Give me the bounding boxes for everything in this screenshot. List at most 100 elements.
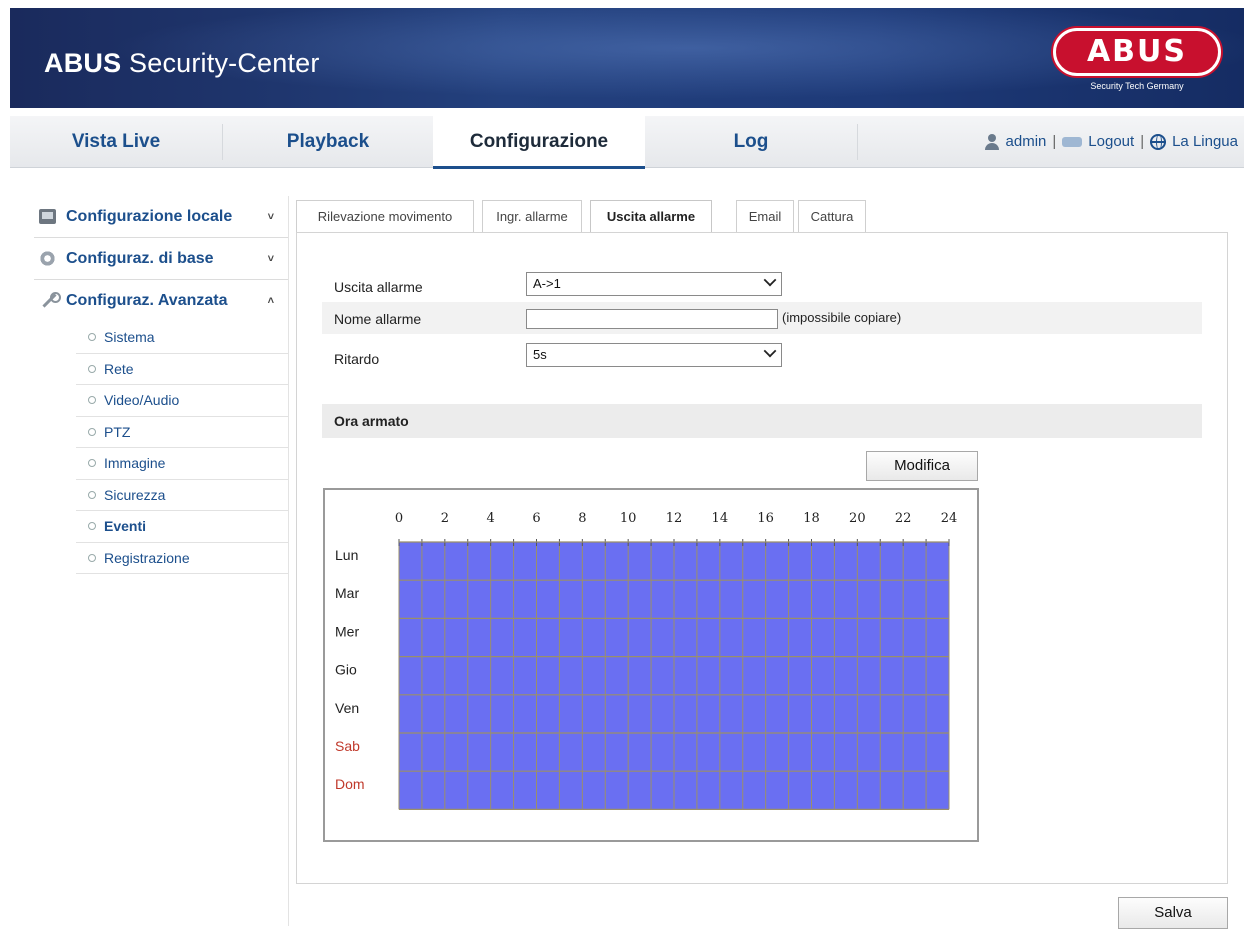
- tab-log[interactable]: Log: [645, 116, 857, 168]
- chevron-down-icon: [763, 273, 777, 287]
- hour-label: 10: [620, 511, 637, 526]
- logo-tagline: Security Tech Germany: [1090, 81, 1184, 91]
- sidebar-section-label: Configurazione locale: [66, 208, 233, 225]
- sidebar-section-label: Configuraz. di base: [66, 250, 214, 267]
- logout-link[interactable]: Logout: [1088, 116, 1134, 168]
- hour-label: 12: [666, 511, 683, 526]
- app-title: ABUS Security-Center: [44, 48, 320, 78]
- bullet-icon: [88, 333, 96, 342]
- user-area: admin | Logout | La Lingua: [984, 116, 1238, 168]
- sidebar-item-registrazione[interactable]: Registrazione: [76, 543, 288, 574]
- delay-row: Ritardo 5s: [322, 338, 1202, 370]
- hour-label: 14: [712, 511, 729, 526]
- tab-ingr-allarme[interactable]: Ingr. allarme: [482, 200, 582, 233]
- schedule-panel: 0 2 4 6 8 10 12 14 16 18 20 22 24 Lun Mar Mer Gio Ven Sab D…: [323, 488, 979, 842]
- hour-label: 18: [803, 511, 820, 526]
- sidebar-divider: [288, 196, 289, 926]
- wrench-icon: [39, 292, 61, 308]
- logo-mark: ABUS: [1053, 28, 1221, 76]
- bullet-icon: [88, 553, 96, 562]
- sidebar-item-label: Rete: [104, 360, 134, 377]
- alarm-output-select[interactable]: A->1: [526, 272, 782, 296]
- monitor-icon: [39, 209, 56, 224]
- day-label: Dom: [335, 776, 365, 792]
- sidebar-item-sicurezza[interactable]: Sicurezza: [76, 480, 288, 511]
- chevron-down-icon[interactable]: ˅: [268, 238, 274, 280]
- sidebar-item-label: Eventi: [104, 518, 147, 534]
- tab-configurazione[interactable]: Configurazione: [433, 116, 645, 169]
- day-label: Mar: [335, 585, 359, 601]
- hour-label: 2: [441, 511, 449, 526]
- advanced-submenu: Sistema Rete Video/Audio PTZ Immagine Si…: [76, 322, 288, 574]
- sidebar-section-label: Configuraz. Avanzata: [66, 292, 228, 309]
- sidebar-item-immagine[interactable]: Immagine: [76, 448, 288, 480]
- hour-label: 8: [578, 511, 586, 526]
- tab-cattura[interactable]: Cattura: [798, 200, 866, 233]
- alarm-output-row: Uscita allarme A->1: [322, 268, 1202, 300]
- sidebar-item-ptz[interactable]: PTZ: [76, 417, 288, 448]
- bullet-icon: [88, 364, 96, 373]
- sidebar-item-label: PTZ: [104, 423, 131, 440]
- sidebar-item-label: Immagine: [104, 455, 166, 471]
- tab-vista-live[interactable]: Vista Live: [10, 116, 222, 168]
- sidebar-item-rete[interactable]: Rete: [76, 354, 288, 385]
- alarm-name-hint: (impossibile copiare): [782, 310, 902, 325]
- edit-schedule-button[interactable]: Modifica: [866, 451, 978, 481]
- separator: |: [1140, 133, 1145, 151]
- bullet-icon: [88, 459, 96, 468]
- day-label: Sab: [335, 738, 360, 754]
- chevron-down-icon[interactable]: ˅: [268, 196, 274, 238]
- sidebar-item-label: Sicurezza: [104, 486, 166, 503]
- alarm-output-value: A->1: [533, 276, 561, 291]
- bullet-icon: [88, 522, 96, 531]
- globe-icon: [1150, 134, 1167, 151]
- alarm-output-label: Uscita allarme: [334, 279, 423, 295]
- hour-label: 20: [849, 511, 866, 526]
- hour-label: 6: [532, 511, 540, 526]
- hour-label: 4: [487, 511, 495, 526]
- sidebar-section-advanced-config[interactable]: Configuraz. Avanzata ˄: [34, 280, 288, 322]
- tab-uscita-allarme[interactable]: Uscita allarme: [590, 200, 712, 234]
- bullet-icon: [88, 427, 96, 436]
- hour-label: 24: [941, 511, 958, 526]
- bullet-icon: [88, 396, 96, 405]
- sidebar-item-label: Sistema: [104, 329, 155, 345]
- sidebar-section-basic-config[interactable]: Configuraz. di base ˅: [34, 238, 288, 280]
- separator: |: [1052, 133, 1057, 151]
- hour-label: 22: [895, 511, 912, 526]
- day-label: Ven: [335, 700, 359, 716]
- alarm-name-row: Nome allarme (impossibile copiare): [322, 302, 1202, 334]
- delay-label: Ritardo: [334, 351, 380, 367]
- day-label: Gio: [335, 662, 357, 678]
- chevron-up-icon[interactable]: ˄: [268, 280, 274, 322]
- language-link[interactable]: La Lingua: [1172, 116, 1238, 168]
- tab-divider: [857, 124, 858, 160]
- sidebar-item-label: Video/Audio: [104, 392, 180, 408]
- abus-logo: ABUS Security Tech Germany: [1052, 28, 1222, 98]
- save-button[interactable]: Salva: [1118, 897, 1228, 929]
- day-label: Lun: [335, 547, 358, 563]
- gear-icon: [39, 251, 56, 266]
- alarm-name-label: Nome allarme: [334, 311, 422, 327]
- sidebar-item-video-audio[interactable]: Video/Audio: [76, 385, 288, 417]
- tab-playback[interactable]: Playback: [223, 116, 433, 168]
- armed-time-header: Ora armato: [322, 404, 1202, 438]
- schedule-grid[interactable]: 0 2 4 6 8 10 12 14 16 18 20 22 24LunMarMerGioVenSabD…: [325, 490, 977, 840]
- main-nav: Vista Live Playback Configurazione Log a…: [10, 116, 1244, 169]
- header-banner: ABUS Security-Center ABUS Security Tech …: [10, 8, 1244, 108]
- sidebar-item-eventi[interactable]: Eventi: [76, 511, 288, 543]
- bullet-icon: [88, 490, 96, 499]
- user-name-link[interactable]: admin: [1006, 116, 1047, 168]
- user-icon: [984, 134, 1000, 151]
- sidebar-item-sistema[interactable]: Sistema: [76, 322, 288, 354]
- hour-label: 0: [395, 511, 403, 526]
- sidebar: Configurazione locale ˅ Configuraz. di b…: [34, 196, 288, 574]
- tab-rilevazione-movimento[interactable]: Rilevazione movimento: [296, 200, 474, 233]
- delay-select[interactable]: 5s: [526, 343, 782, 367]
- day-label: Mer: [335, 623, 359, 639]
- alarm-name-input[interactable]: [526, 309, 778, 329]
- chevron-down-icon: [763, 344, 777, 358]
- sidebar-item-label: Registrazione: [104, 549, 190, 566]
- sidebar-section-local-config[interactable]: Configurazione locale ˅: [34, 196, 288, 238]
- tab-email[interactable]: Email: [736, 200, 794, 233]
